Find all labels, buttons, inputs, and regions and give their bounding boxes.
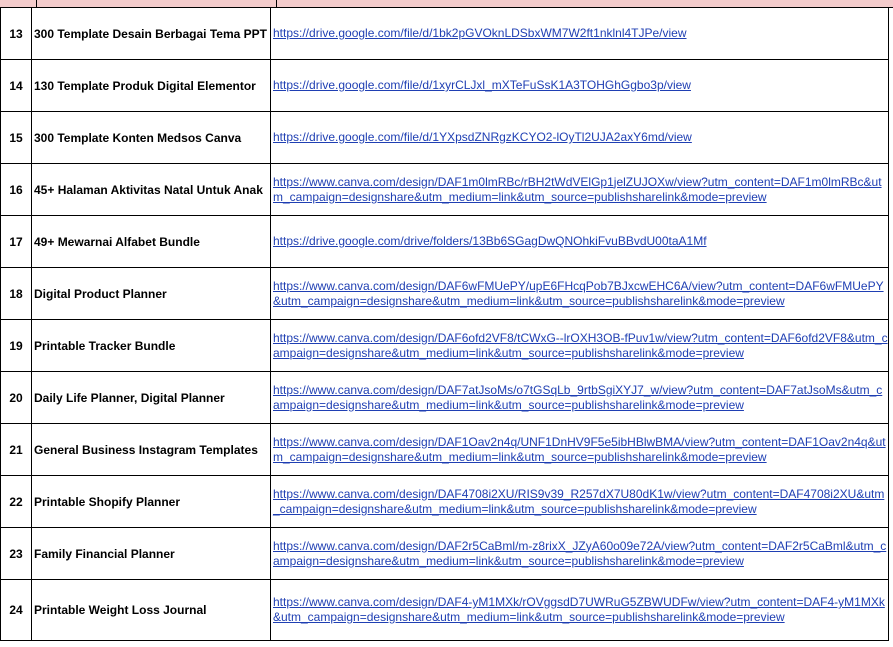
product-name-cell: 300 Template Konten Medsos Canva xyxy=(31,111,271,164)
product-name-cell: Printable Shopify Planner xyxy=(31,475,271,528)
product-name-cell: 300 Template Desain Berbagai Tema PPT xyxy=(31,7,271,60)
product-name-cell: Printable Weight Loss Journal xyxy=(31,579,271,641)
link-cell: https://www.canva.com/design/DAF1m0lmRBc… xyxy=(270,163,889,216)
product-link[interactable]: https://www.canva.com/design/DAF7atJsoMs… xyxy=(273,383,882,412)
row-number-cell: 20 xyxy=(0,371,32,424)
link-cell: https://www.canva.com/design/DAF4-yM1MXk… xyxy=(270,579,889,641)
link-cell: https://www.canva.com/design/DAF7atJsoMs… xyxy=(270,371,889,424)
link-cell: https://www.canva.com/design/DAF1Oav2n4q… xyxy=(270,423,889,476)
link-cell: https://www.canva.com/design/DAF4708i2XU… xyxy=(270,475,889,528)
row-number-cell: 14 xyxy=(0,59,32,112)
product-link[interactable]: https://www.canva.com/design/DAF2r5CaBml… xyxy=(273,539,886,568)
link-cell: https://www.canva.com/design/DAF6ofd2VF8… xyxy=(270,319,889,372)
row-number-cell: 21 xyxy=(0,423,32,476)
product-name-cell: Printable Tracker Bundle xyxy=(31,319,271,372)
product-link-table: 13 300 Template Desain Berbagai Tema PPT h… xyxy=(0,7,889,641)
product-name-cell: Digital Product Planner xyxy=(31,267,271,320)
product-name-cell: 45+ Halaman Aktivitas Natal Untuk Anak xyxy=(31,163,271,216)
table-row: 20 Daily Life Planner, Digital Planner htt… xyxy=(0,371,889,424)
table-row: 21 General Business Instagram Templates ht… xyxy=(0,423,889,476)
table-row: 24 Printable Weight Loss Journal https://w… xyxy=(0,579,889,641)
table-row: 19 Printable Tracker Bundle https://www.ca… xyxy=(0,319,889,372)
table-row: 23 Family Financial Planner https://www.ca… xyxy=(0,527,889,580)
table-row: 17 49+ Mewarnai Alfabet Bundle https://dri… xyxy=(0,215,889,268)
link-cell: https://drive.google.com/drive/folders/1… xyxy=(270,215,889,268)
link-cell: https://www.canva.com/design/DAF2r5CaBml… xyxy=(270,527,889,580)
product-name-cell: Daily Life Planner, Digital Planner xyxy=(31,371,271,424)
product-name-cell: 130 Template Produk Digital Elementor xyxy=(31,59,271,112)
product-link[interactable]: https://www.canva.com/design/DAF6wFMUePY… xyxy=(273,279,884,308)
row-number-cell: 15 xyxy=(0,111,32,164)
product-name-cell: General Business Instagram Templates xyxy=(31,423,271,476)
product-link[interactable]: https://www.canva.com/design/DAF4708i2XU… xyxy=(273,487,884,516)
table-row: 18 Digital Product Planner https://www.can… xyxy=(0,267,889,320)
product-link[interactable]: https://drive.google.com/drive/folders/1… xyxy=(273,234,707,248)
link-cell: https://drive.google.com/file/d/1xyrCLJx… xyxy=(270,59,889,112)
table-row: 13 300 Template Desain Berbagai Tema PPT h… xyxy=(0,7,889,60)
row-number-cell: 23 xyxy=(0,527,32,580)
row-number-cell: 22 xyxy=(0,475,32,528)
product-name-cell: 49+ Mewarnai Alfabet Bundle xyxy=(31,215,271,268)
product-link[interactable]: https://www.canva.com/design/DAF4-yM1MXk… xyxy=(273,595,885,624)
table-row: 22 Printable Shopify Planner https://www.c… xyxy=(0,475,889,528)
header-cell-name xyxy=(37,0,277,7)
row-number-cell: 18 xyxy=(0,267,32,320)
row-number-cell: 24 xyxy=(0,579,32,641)
product-link[interactable]: https://drive.google.com/file/d/1YXpsdZN… xyxy=(273,130,692,144)
product-link[interactable]: https://drive.google.com/file/d/1bk2pGVO… xyxy=(273,26,687,40)
row-number-cell: 17 xyxy=(0,215,32,268)
table-row: 16 45+ Halaman Aktivitas Natal Untuk Anak… xyxy=(0,163,889,216)
link-cell: https://drive.google.com/file/d/1YXpsdZN… xyxy=(270,111,889,164)
table-row: 14 130 Template Produk Digital Elementor h… xyxy=(0,59,889,112)
row-number-cell: 16 xyxy=(0,163,32,216)
row-number-cell: 13 xyxy=(0,7,32,60)
product-link[interactable]: https://www.canva.com/design/DAF6ofd2VF8… xyxy=(273,331,888,360)
product-link[interactable]: https://www.canva.com/design/DAF1m0lmRBc… xyxy=(273,175,882,204)
link-cell: https://www.canva.com/design/DAF6wFMUePY… xyxy=(270,267,889,320)
header-cell-number xyxy=(0,0,37,7)
product-name-cell: Family Financial Planner xyxy=(31,527,271,580)
row-number-cell: 19 xyxy=(0,319,32,372)
link-cell: https://drive.google.com/file/d/1bk2pGVO… xyxy=(270,7,889,60)
product-link[interactable]: https://www.canva.com/design/DAF1Oav2n4q… xyxy=(273,435,886,464)
product-link[interactable]: https://drive.google.com/file/d/1xyrCLJx… xyxy=(273,78,691,92)
table-row: 15 300 Template Konten Medsos Canva https:… xyxy=(0,111,889,164)
